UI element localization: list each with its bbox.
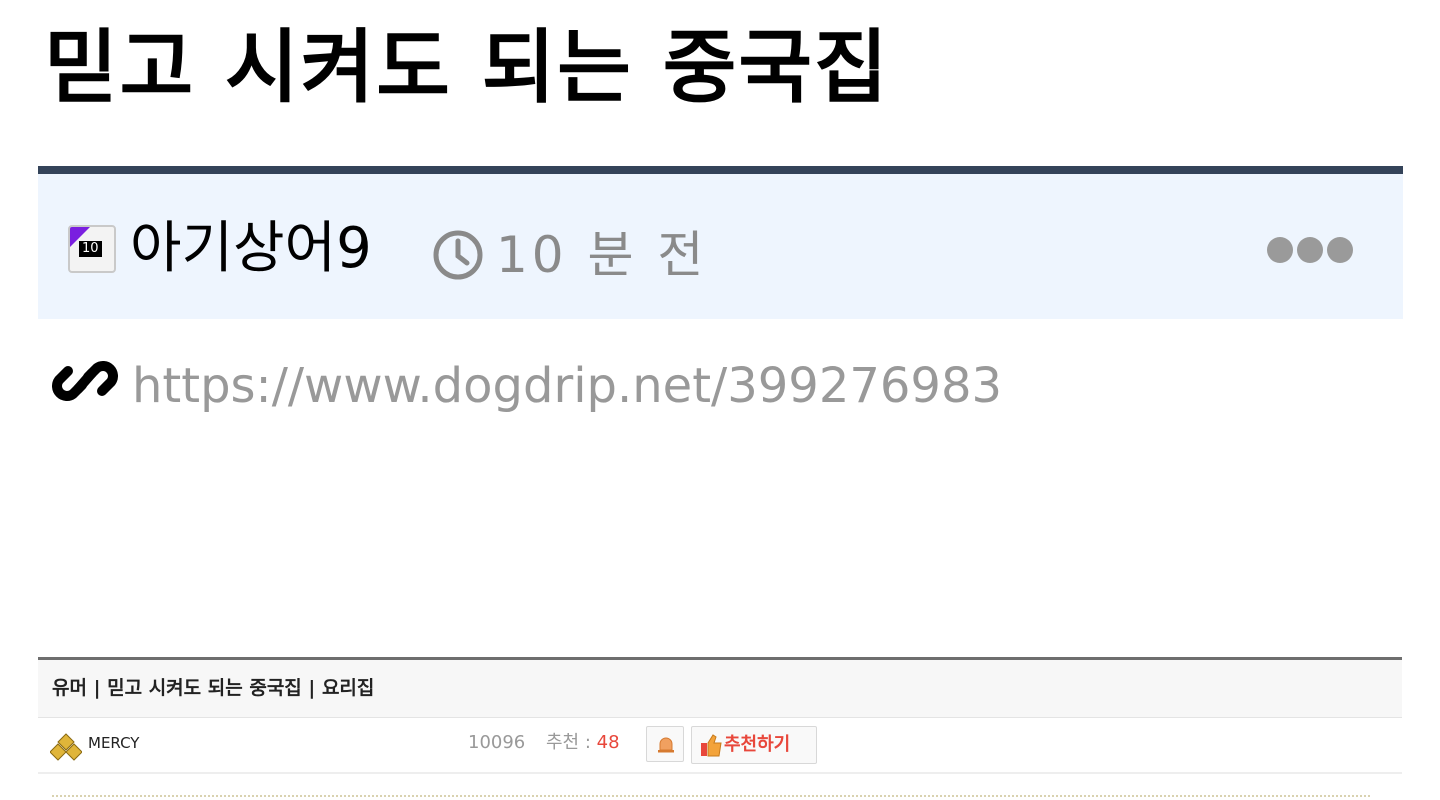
embed-meta-bar: MERCY 10096 추천 : 48 추천하기	[38, 718, 1402, 774]
clock-icon	[433, 230, 483, 280]
post-title: 믿고 시켜도 되는 중국집	[44, 21, 890, 114]
more-dots-icon	[1327, 237, 1353, 263]
recommend-button-label: 추천하기	[724, 734, 791, 755]
more-dots-icon	[1267, 237, 1293, 263]
post-time: 10 분 전	[496, 226, 708, 284]
embed-title-bar: 유머 | 믿고 시켜도 되는 중국집 | 요리집	[38, 660, 1402, 718]
embed-recommend-count: 추천 : 48	[546, 731, 620, 755]
recommend-count: 48	[596, 732, 620, 753]
embed-body-border	[52, 795, 1370, 800]
embedded-post: 유머 | 믿고 시켜도 되는 중국집 | 요리집 MERCY 10096 추천 …	[38, 657, 1402, 800]
embed-title[interactable]: 유머 | 믿고 시켜도 되는 중국집 | 요리집	[52, 676, 374, 700]
thumbs-up-icon	[701, 734, 722, 757]
author-name[interactable]: 아기상어9	[130, 214, 372, 284]
bell-button[interactable]	[646, 726, 684, 762]
more-dots-icon	[1297, 237, 1323, 263]
post-link-url[interactable]: https://www.dogdrip.net/399276983	[132, 354, 1002, 418]
embed-views: 10096	[468, 732, 526, 753]
more-options-button[interactable]	[1267, 237, 1353, 263]
link-icon[interactable]	[52, 349, 118, 413]
recommend-button[interactable]: 추천하기	[691, 726, 817, 764]
avatar[interactable]: 10	[68, 225, 116, 273]
embed-author[interactable]: MERCY	[88, 733, 139, 753]
post-header: 10 아기상어9 10 분 전	[38, 166, 1403, 319]
bell-icon	[658, 737, 674, 753]
author-level-badge: 10	[79, 241, 102, 257]
level-icon	[50, 733, 82, 761]
recommend-label: 추천 :	[546, 732, 597, 753]
